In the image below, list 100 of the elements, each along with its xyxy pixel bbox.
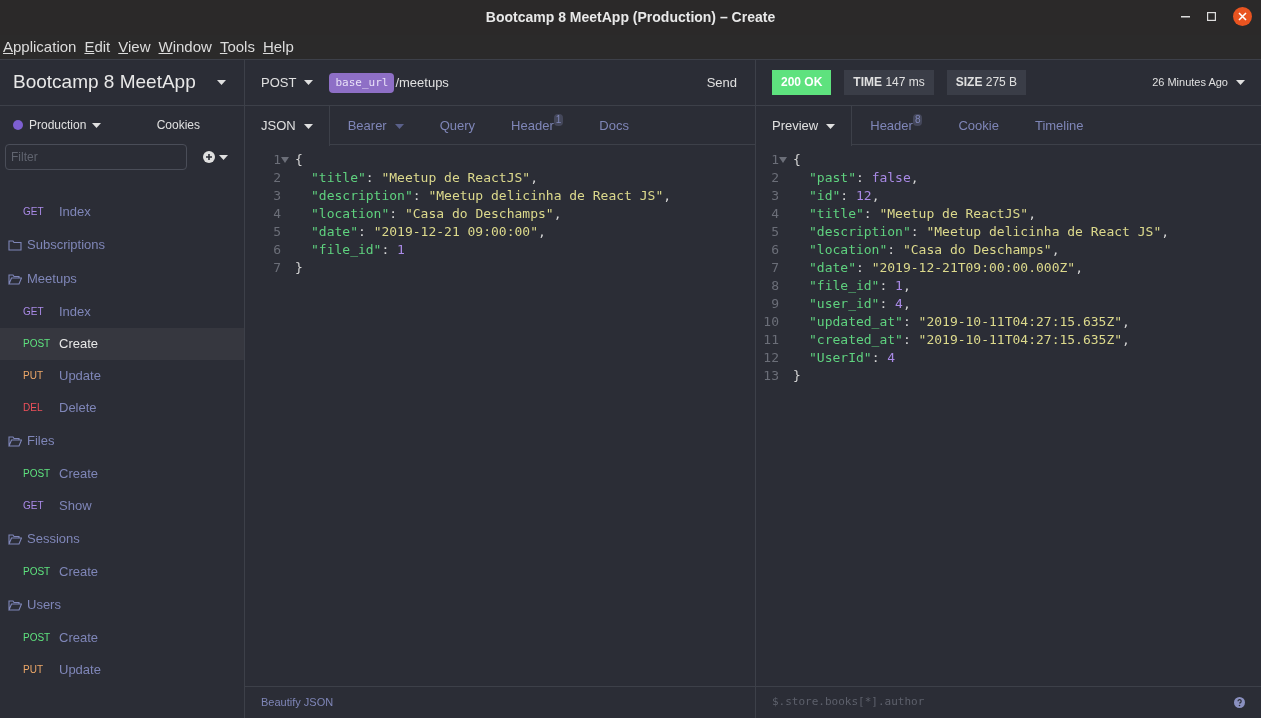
method-label: PUT	[23, 662, 44, 677]
request-item[interactable]: DEL Delete	[0, 392, 244, 424]
tab[interactable]: Preview	[756, 106, 853, 146]
menu-item[interactable]: Window	[158, 35, 212, 59]
fold-arrow-icon[interactable]	[281, 157, 289, 163]
code-line: "file_id": 1,	[809, 277, 911, 295]
method-dropdown[interactable]: POST	[261, 72, 314, 93]
code-line: "created_at": "2019-10-11T04:27:15.635Z",	[809, 331, 1130, 349]
line-number: 2	[272, 169, 281, 187]
folder-item[interactable]: Sessions	[0, 522, 244, 556]
tab[interactable]: Cookie	[940, 106, 1017, 146]
code-line: "id": 12,	[809, 187, 880, 205]
tab[interactable]: Docs	[581, 106, 647, 146]
request-item[interactable]: POST Create	[0, 458, 244, 490]
folder-item[interactable]: Files	[0, 424, 244, 458]
caret-icon	[1236, 80, 1245, 85]
line-number: 7	[770, 259, 779, 277]
request-item[interactable]: GET Index	[0, 196, 244, 228]
folder-item[interactable]: Meetups	[0, 262, 244, 296]
fold-arrow-icon[interactable]	[779, 157, 787, 163]
tab[interactable]: Query	[421, 106, 494, 146]
method-label: POST	[23, 336, 52, 351]
request-item[interactable]: PUT Update	[0, 360, 244, 392]
line-number: 6	[272, 241, 281, 259]
method-label: POST	[23, 466, 52, 481]
menu-item[interactable]: Edit	[84, 35, 111, 59]
line-number: 12	[762, 349, 779, 367]
plus-circle-icon	[203, 151, 215, 163]
code-line: "description": "Meetup delicinha de React JS",	[809, 223, 1170, 241]
folder-item[interactable]: Subscriptions	[0, 228, 244, 262]
line-number: 11	[762, 331, 779, 349]
line-number: 4	[272, 205, 281, 223]
line-number: 7	[272, 259, 281, 277]
code-line: "date": "2019-12-21 09:00:00",	[311, 223, 546, 241]
line-number: 5	[272, 223, 281, 241]
code-line: "file_id": 1	[311, 241, 405, 259]
menu-item[interactable]: Application	[3, 35, 77, 59]
minimize-icon[interactable]	[1181, 15, 1190, 18]
filter-field[interactable]: Filter	[5, 144, 187, 170]
time-badge: TIME 147 ms	[844, 70, 934, 95]
request-item[interactable]: PUT Update	[0, 654, 244, 686]
code-line: }	[295, 259, 303, 277]
help-icon[interactable]	[1234, 697, 1245, 708]
history-dropdown[interactable]: 26 Minutes Ago	[1152, 74, 1245, 91]
code-line: {	[295, 151, 303, 169]
request-item[interactable]: POST Create	[0, 622, 244, 654]
close-icon[interactable]	[1233, 7, 1252, 26]
code-line: "user_id": 4,	[809, 295, 911, 313]
menu-item[interactable]: Tools	[219, 35, 255, 59]
folder-item[interactable]: Users	[0, 588, 244, 622]
menu-item[interactable]: View	[118, 35, 151, 59]
request-item[interactable]: POST Create	[0, 556, 244, 588]
line-number: 10	[762, 313, 779, 331]
line-number: 13	[762, 367, 779, 385]
method-label: DEL	[23, 400, 44, 415]
count-badge: 8	[912, 114, 923, 126]
open-folder-icon	[8, 435, 22, 447]
line-number: 4	[770, 205, 779, 223]
send-button[interactable]: Send	[706, 72, 737, 93]
tab[interactable]: Timeline	[1016, 106, 1102, 146]
menu-item[interactable]: Help	[262, 35, 294, 59]
line-number: 5	[770, 223, 779, 241]
beautify-button[interactable]: Beautify JSON	[261, 694, 334, 711]
line-number: 8	[770, 277, 779, 295]
caret-icon	[304, 80, 314, 85]
caret-icon	[219, 154, 228, 160]
url-field[interactable]: base_url /meetups	[329, 72, 707, 93]
open-folder-icon	[8, 599, 22, 611]
workspace-title[interactable]: Bootcamp 8 MeetApp	[13, 68, 196, 97]
tab[interactable]: JSON	[245, 106, 330, 146]
request-item[interactable]: POST Create	[0, 328, 244, 360]
method-label: GET	[23, 498, 45, 513]
tab[interactable]: Bearer	[329, 106, 422, 146]
maximize-icon[interactable]	[1207, 12, 1216, 21]
environment-dropdown[interactable]: Production	[13, 116, 102, 134]
open-folder-icon	[8, 273, 22, 285]
line-number: 9	[770, 295, 779, 313]
method-label: GET	[23, 304, 45, 319]
method-label: POST	[23, 564, 52, 579]
caret-icon	[92, 122, 102, 128]
line-number: 1	[770, 151, 779, 169]
request-item[interactable]: GET Index	[0, 296, 244, 328]
method-label: GET	[23, 204, 45, 219]
size-badge: SIZE 275 B	[946, 70, 1027, 95]
variable-tag: base_url	[329, 72, 395, 93]
code-line: "UserId": 4	[809, 349, 896, 367]
add-button[interactable]	[203, 151, 228, 163]
code-line: "title": "Meetup de ReactJS",	[809, 205, 1036, 223]
line-number: 3	[272, 187, 281, 205]
count-badge: 1	[553, 114, 564, 126]
code-line: "description": "Meetup delicinha de React JS",	[311, 187, 672, 205]
cookies-button[interactable]: Cookies	[156, 116, 200, 134]
code-line: "past": false,	[809, 169, 919, 187]
method-label: POST	[23, 630, 52, 645]
code-line: "title": "Meetup de ReactJS",	[311, 169, 538, 187]
status-badge: 200 OK	[772, 70, 832, 95]
window-title: Bootcamp 8 MeetApp (Production) – Create	[485, 8, 776, 27]
line-number: 2	[770, 169, 779, 187]
code-line: "location": "Casa do Deschamps",	[809, 241, 1060, 259]
request-item[interactable]: GET Show	[0, 490, 244, 522]
